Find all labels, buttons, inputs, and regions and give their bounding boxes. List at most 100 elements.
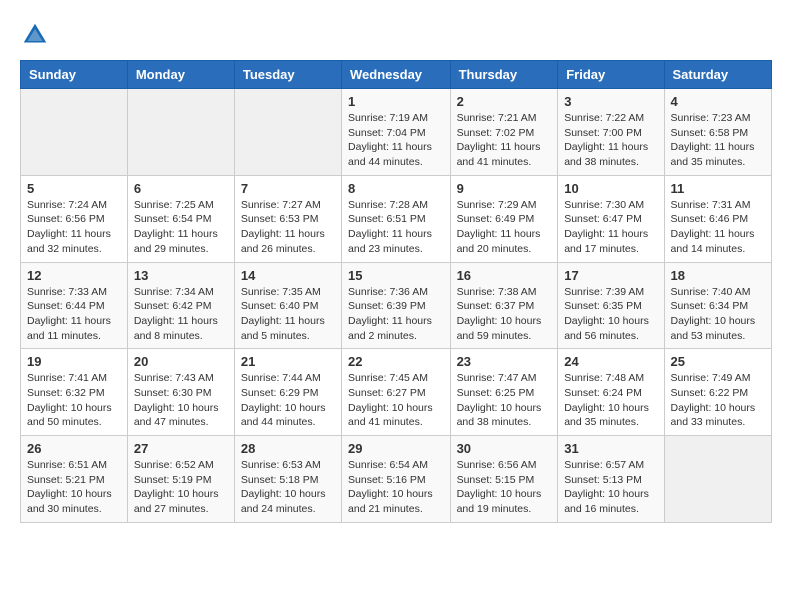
day-info: Sunrise: 7:40 AM Sunset: 6:34 PM Dayligh… [671, 285, 765, 344]
day-number: 29 [348, 441, 444, 456]
calendar-cell: 18 Sunrise: 7:40 AM Sunset: 6:34 PM Dayli… [664, 262, 771, 349]
weekday-header-saturday: Saturday [664, 61, 771, 89]
day-info: Sunrise: 7:39 AM Sunset: 6:35 PM Dayligh… [564, 285, 657, 344]
day-number: 28 [241, 441, 335, 456]
day-number: 20 [134, 354, 228, 369]
day-number: 21 [241, 354, 335, 369]
day-number: 22 [348, 354, 444, 369]
day-info: Sunrise: 7:33 AM Sunset: 6:44 PM Dayligh… [27, 285, 121, 344]
day-number: 14 [241, 268, 335, 283]
day-number: 7 [241, 181, 335, 196]
calendar-cell: 13 Sunrise: 7:34 AM Sunset: 6:42 PM Dayli… [127, 262, 234, 349]
day-number: 8 [348, 181, 444, 196]
day-info: Sunrise: 6:53 AM Sunset: 5:18 PM Dayligh… [241, 458, 335, 517]
calendar-cell: 14 Sunrise: 7:35 AM Sunset: 6:40 PM Dayli… [234, 262, 341, 349]
day-number: 26 [27, 441, 121, 456]
day-number: 6 [134, 181, 228, 196]
day-number: 24 [564, 354, 657, 369]
calendar-cell [664, 436, 771, 523]
day-number: 18 [671, 268, 765, 283]
calendar-cell: 25 Sunrise: 7:49 AM Sunset: 6:22 PM Dayli… [664, 349, 771, 436]
calendar-cell: 11 Sunrise: 7:31 AM Sunset: 6:46 PM Dayli… [664, 175, 771, 262]
day-number: 16 [457, 268, 552, 283]
calendar-cell: 9 Sunrise: 7:29 AM Sunset: 6:49 PM Daylig… [450, 175, 558, 262]
week-row-1: 1 Sunrise: 7:19 AM Sunset: 7:04 PM Daylig… [21, 89, 772, 176]
weekday-header-tuesday: Tuesday [234, 61, 341, 89]
week-row-5: 26 Sunrise: 6:51 AM Sunset: 5:21 PM Dayli… [21, 436, 772, 523]
calendar-cell: 2Sunrise: 7:21 AM Sunset: 7:02 PM Daylig… [450, 89, 558, 176]
day-number: 3 [564, 94, 657, 109]
calendar-cell: 3 Sunrise: 7:22 AM Sunset: 7:00 PM Daylig… [558, 89, 664, 176]
day-info: Sunrise: 7:25 AM Sunset: 6:54 PM Dayligh… [134, 198, 228, 257]
calendar-cell: 29 Sunrise: 6:54 AM Sunset: 5:16 PM Dayli… [342, 436, 451, 523]
day-number: 15 [348, 268, 444, 283]
calendar-cell [21, 89, 128, 176]
calendar: SundayMondayTuesdayWednesdayThursdayFrid… [20, 60, 772, 523]
day-info: Sunrise: 7:36 AM Sunset: 6:39 PM Dayligh… [348, 285, 444, 344]
day-info: Sunrise: 7:49 AM Sunset: 6:22 PM Dayligh… [671, 371, 765, 430]
week-row-3: 12 Sunrise: 7:33 AM Sunset: 6:44 PM Dayli… [21, 262, 772, 349]
day-number: 11 [671, 181, 765, 196]
day-number: 5 [27, 181, 121, 196]
calendar-cell [127, 89, 234, 176]
calendar-cell: 28 Sunrise: 6:53 AM Sunset: 5:18 PM Dayli… [234, 436, 341, 523]
day-info: Sunrise: 7:29 AM Sunset: 6:49 PM Dayligh… [457, 198, 552, 257]
day-number: 13 [134, 268, 228, 283]
week-row-2: 5 Sunrise: 7:24 AM Sunset: 6:56 PM Daylig… [21, 175, 772, 262]
day-info: Sunrise: 7:45 AM Sunset: 6:27 PM Dayligh… [348, 371, 444, 430]
day-number: 1 [348, 94, 444, 109]
day-info: Sunrise: 7:23 AM Sunset: 6:58 PM Dayligh… [671, 111, 765, 170]
day-number: 31 [564, 441, 657, 456]
calendar-cell: 7 Sunrise: 7:27 AM Sunset: 6:53 PM Daylig… [234, 175, 341, 262]
calendar-cell: 4 Sunrise: 7:23 AM Sunset: 6:58 PM Daylig… [664, 89, 771, 176]
day-info: Sunrise: 6:54 AM Sunset: 5:16 PM Dayligh… [348, 458, 444, 517]
calendar-cell: 20Sunrise: 7:43 AM Sunset: 6:30 PM Dayli… [127, 349, 234, 436]
day-info: Sunrise: 7:38 AM Sunset: 6:37 PM Dayligh… [457, 285, 552, 344]
day-number: 17 [564, 268, 657, 283]
calendar-cell: 30 Sunrise: 6:56 AM Sunset: 5:15 PM Dayli… [450, 436, 558, 523]
day-info: Sunrise: 7:19 AM Sunset: 7:04 PM Dayligh… [348, 111, 444, 170]
day-number: 4 [671, 94, 765, 109]
day-info: Sunrise: 7:48 AM Sunset: 6:24 PM Dayligh… [564, 371, 657, 430]
page-header [20, 20, 772, 50]
day-number: 27 [134, 441, 228, 456]
day-number: 2 [457, 94, 552, 109]
calendar-cell: 6 Sunrise: 7:25 AM Sunset: 6:54 PM Daylig… [127, 175, 234, 262]
week-row-4: 19Sunrise: 7:41 AM Sunset: 6:32 PM Dayli… [21, 349, 772, 436]
calendar-cell: 23Sunrise: 7:47 AM Sunset: 6:25 PM Dayli… [450, 349, 558, 436]
calendar-cell: 17 Sunrise: 7:39 AM Sunset: 6:35 PM Dayli… [558, 262, 664, 349]
day-number: 30 [457, 441, 552, 456]
calendar-cell: 31 Sunrise: 6:57 AM Sunset: 5:13 PM Dayli… [558, 436, 664, 523]
day-info: Sunrise: 6:57 AM Sunset: 5:13 PM Dayligh… [564, 458, 657, 517]
weekday-header-row: SundayMondayTuesdayWednesdayThursdayFrid… [21, 61, 772, 89]
day-number: 9 [457, 181, 552, 196]
weekday-header-monday: Monday [127, 61, 234, 89]
day-info: Sunrise: 7:34 AM Sunset: 6:42 PM Dayligh… [134, 285, 228, 344]
calendar-cell: 5 Sunrise: 7:24 AM Sunset: 6:56 PM Daylig… [21, 175, 128, 262]
calendar-cell: 24 Sunrise: 7:48 AM Sunset: 6:24 PM Dayli… [558, 349, 664, 436]
day-number: 25 [671, 354, 765, 369]
day-info: Sunrise: 7:30 AM Sunset: 6:47 PM Dayligh… [564, 198, 657, 257]
day-number: 12 [27, 268, 121, 283]
day-info: Sunrise: 7:22 AM Sunset: 7:00 PM Dayligh… [564, 111, 657, 170]
calendar-cell: 22 Sunrise: 7:45 AM Sunset: 6:27 PM Dayli… [342, 349, 451, 436]
day-info: Sunrise: 6:52 AM Sunset: 5:19 PM Dayligh… [134, 458, 228, 517]
day-info: Sunrise: 6:51 AM Sunset: 5:21 PM Dayligh… [27, 458, 121, 517]
day-info: Sunrise: 7:24 AM Sunset: 6:56 PM Dayligh… [27, 198, 121, 257]
logo [20, 20, 54, 50]
calendar-cell: 27 Sunrise: 6:52 AM Sunset: 5:19 PM Dayli… [127, 436, 234, 523]
day-info: Sunrise: 7:28 AM Sunset: 6:51 PM Dayligh… [348, 198, 444, 257]
day-info: Sunrise: 7:35 AM Sunset: 6:40 PM Dayligh… [241, 285, 335, 344]
calendar-cell: 26 Sunrise: 6:51 AM Sunset: 5:21 PM Dayli… [21, 436, 128, 523]
calendar-cell: 19Sunrise: 7:41 AM Sunset: 6:32 PM Dayli… [21, 349, 128, 436]
weekday-header-thursday: Thursday [450, 61, 558, 89]
day-info: Sunrise: 7:27 AM Sunset: 6:53 PM Dayligh… [241, 198, 335, 257]
day-info: Sunrise: 6:56 AM Sunset: 5:15 PM Dayligh… [457, 458, 552, 517]
calendar-cell: 21Sunrise: 7:44 AM Sunset: 6:29 PM Dayli… [234, 349, 341, 436]
calendar-cell: 12 Sunrise: 7:33 AM Sunset: 6:44 PM Dayli… [21, 262, 128, 349]
calendar-cell: 1 Sunrise: 7:19 AM Sunset: 7:04 PM Daylig… [342, 89, 451, 176]
day-info: Sunrise: 7:31 AM Sunset: 6:46 PM Dayligh… [671, 198, 765, 257]
day-number: 10 [564, 181, 657, 196]
weekday-header-friday: Friday [558, 61, 664, 89]
calendar-cell: 15 Sunrise: 7:36 AM Sunset: 6:39 PM Dayli… [342, 262, 451, 349]
